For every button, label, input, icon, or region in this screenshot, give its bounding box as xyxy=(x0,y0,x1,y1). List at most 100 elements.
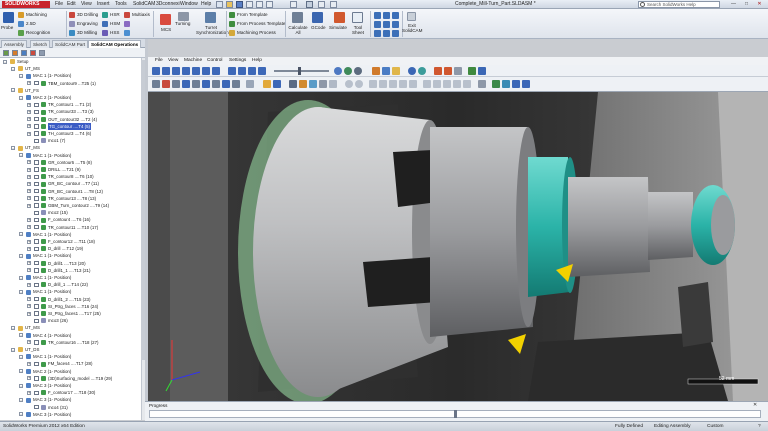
menu-view[interactable]: View xyxy=(81,1,92,8)
collapse-icon[interactable]: - xyxy=(19,153,23,158)
collapse-icon[interactable]: - xyxy=(19,369,23,374)
operation-checkbox[interactable] xyxy=(34,203,39,208)
hsm-label[interactable]: HSM xyxy=(110,21,120,27)
target-icon[interactable] xyxy=(408,67,416,75)
menu-solidcam[interactable]: SolidCAM xyxy=(133,1,155,8)
from-template-icon[interactable] xyxy=(229,12,235,18)
tree-operation-row[interactable]: + TR_contour1 ....T1 (2) xyxy=(0,101,141,108)
toolpath-2-icon[interactable] xyxy=(379,80,387,88)
new-document-icon[interactable] xyxy=(216,1,223,8)
toolpath-11-icon[interactable] xyxy=(478,80,486,88)
expand-icon[interactable]: + xyxy=(27,340,31,345)
operation-checkbox[interactable] xyxy=(34,181,39,187)
tree-mac-row[interactable]: - MAC 1 (1- Position) xyxy=(0,288,141,295)
tab-sketch[interactable]: Sketch xyxy=(30,40,51,48)
zoom-window-icon[interactable] xyxy=(444,67,452,75)
play-icon[interactable] xyxy=(192,67,200,75)
collapse-icon[interactable]: - xyxy=(19,289,23,294)
multiaxis-label[interactable]: Multiaxis xyxy=(132,12,150,18)
view-back-icon[interactable] xyxy=(202,80,210,88)
display-icon[interactable] xyxy=(39,50,45,56)
tree-operation-row[interactable]: + D_drill_1 ....T14 (22) xyxy=(0,281,141,288)
tree-mac-row[interactable]: - MAC 1 (1- Position) xyxy=(0,274,141,281)
toolpath-7-icon[interactable] xyxy=(433,80,441,88)
tree-operation-row[interactable]: + TR_contour11 ....T10 (17) xyxy=(0,224,141,231)
operation-checkbox[interactable] xyxy=(34,217,39,223)
collapse-icon[interactable]: - xyxy=(19,383,23,388)
ribbon-small-tool-icon[interactable] xyxy=(374,21,381,28)
ribbon-small-tool-icon[interactable] xyxy=(383,12,390,19)
2-5d-icon[interactable] xyxy=(18,21,24,27)
tab-assembly[interactable]: Assembly xyxy=(1,40,27,48)
turning-label[interactable]: Turning xyxy=(175,21,190,27)
minimize-icon[interactable]: — xyxy=(728,1,739,8)
operation-checkbox[interactable] xyxy=(34,282,39,288)
sim-menu-machine[interactable]: Machine xyxy=(184,57,202,65)
tree-mac-row[interactable]: - MAC 1 (1- Position) xyxy=(0,353,141,360)
toolpath-12-icon[interactable] xyxy=(492,80,500,88)
toolpath-9-icon[interactable] xyxy=(453,80,461,88)
tree-group-row[interactable]: - UT_MS xyxy=(0,324,141,331)
view-dimetric-icon[interactable] xyxy=(222,80,230,88)
tool-sheet-icon[interactable] xyxy=(352,12,363,23)
leaf-icon[interactable] xyxy=(468,67,476,75)
operation-checkbox[interactable] xyxy=(34,404,39,410)
simulate-label[interactable]: Simulate xyxy=(329,25,347,31)
operation-checkbox[interactable] xyxy=(34,390,39,396)
operation-checkbox[interactable] xyxy=(34,246,39,252)
turret-sync-icon[interactable] xyxy=(205,12,216,23)
2-5d-label[interactable]: 2.5D xyxy=(26,21,36,27)
from-process-template-icon[interactable] xyxy=(229,21,235,27)
tool-icon[interactable] xyxy=(372,67,380,75)
options-gear-icon[interactable] xyxy=(318,1,325,8)
tree-operation-row[interactable]: + TBM_contour9 ...T25 (1) xyxy=(0,80,141,87)
collapse-icon[interactable]: - xyxy=(11,66,15,71)
toolpath-10-icon[interactable] xyxy=(463,80,471,88)
collapse-icon[interactable]: - xyxy=(11,325,15,330)
operation-checkbox[interactable] xyxy=(34,109,39,115)
pause-icon[interactable] xyxy=(182,67,190,75)
menu-insert[interactable]: Insert xyxy=(97,1,110,8)
collapse-icon[interactable]: - xyxy=(11,347,15,352)
machine-view-icon[interactable] xyxy=(334,67,342,75)
operation-checkbox[interactable] xyxy=(34,340,39,345)
status-unit-dropdown[interactable]: Custom xyxy=(707,423,724,431)
toolpath-13-icon[interactable] xyxy=(502,80,510,88)
toolpath-1-icon[interactable] xyxy=(369,80,377,88)
3d-drilling-icon[interactable] xyxy=(69,12,75,18)
view-normal-icon[interactable] xyxy=(246,80,254,88)
operation-checkbox[interactable] xyxy=(34,131,39,136)
speed-slider[interactable] xyxy=(274,70,329,72)
simulate-icon[interactable] xyxy=(334,12,345,23)
operation-checkbox[interactable] xyxy=(34,196,39,201)
play-back-icon[interactable] xyxy=(172,67,180,75)
tree-operation-row[interactable]: mco2 (15) xyxy=(0,209,141,216)
multiaxis-icon[interactable] xyxy=(124,12,130,18)
exit-solidcam-icon[interactable] xyxy=(407,12,416,21)
machining-process-label[interactable]: Machining Process xyxy=(237,30,276,36)
expand-icon[interactable]: + xyxy=(27,268,31,273)
expand-icon[interactable]: + xyxy=(27,217,31,222)
tree-group-row[interactable]: - UT_DS xyxy=(0,346,141,353)
collapse-icon[interactable]: - xyxy=(11,88,15,93)
hss-icon[interactable] xyxy=(102,30,108,36)
collapse-icon[interactable]: - xyxy=(19,253,23,258)
view-iso-icon[interactable] xyxy=(162,80,170,88)
recognition-label[interactable]: Recognition xyxy=(26,30,50,36)
reset-icon[interactable] xyxy=(258,67,266,75)
sim-menu-view[interactable]: View xyxy=(168,57,178,65)
tree-mac-row[interactable]: - MAC 3 (1- Position) xyxy=(0,411,141,418)
operation-checkbox[interactable] xyxy=(34,376,39,381)
operation-checkbox[interactable] xyxy=(34,268,39,273)
expand-icon[interactable]: + xyxy=(27,282,31,287)
collapse-icon[interactable]: - xyxy=(19,333,23,338)
expand-icon[interactable]: + xyxy=(27,189,31,194)
rotate-icon[interactable] xyxy=(273,80,281,88)
tree-operation-row[interactable]: + TH_contour3 ....T4 (6) xyxy=(0,130,141,137)
ribbon-small-tool-icon[interactable] xyxy=(383,30,390,37)
toolpath-8-icon[interactable] xyxy=(443,80,451,88)
probe-icon[interactable] xyxy=(3,12,14,23)
expand-icon[interactable]: + xyxy=(27,203,31,208)
tab-solidcam-part[interactable]: SolidCAM Part xyxy=(52,40,89,48)
expand-icon[interactable]: + xyxy=(27,131,31,136)
